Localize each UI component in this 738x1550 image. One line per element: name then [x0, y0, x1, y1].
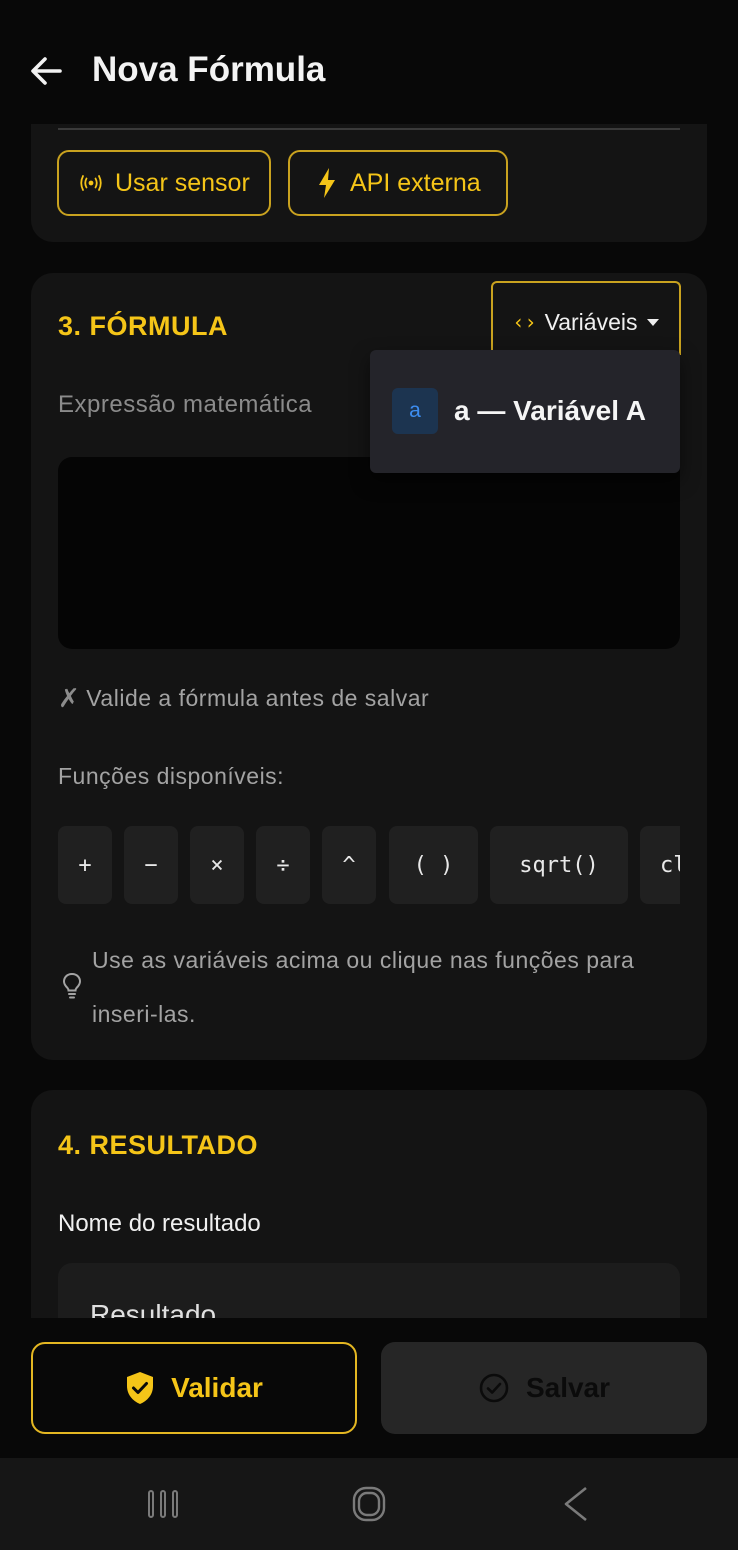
arrow-left-icon [31, 57, 62, 85]
system-navigation-bar [0, 1458, 738, 1550]
variables-dropdown-menu: a a — Variável A [370, 350, 680, 473]
validate-button[interactable]: Validar [31, 1342, 357, 1434]
variable-option-label: a — Variável A [454, 395, 646, 426]
hint-text: Use as variáveis acima ou clique nas fun… [92, 947, 635, 1027]
function-chip-sqrt[interactable]: sqrt() [490, 826, 628, 904]
sensor-broadcast-icon [79, 174, 103, 192]
save-button[interactable]: Salvar [381, 1342, 707, 1434]
use-sensor-label: Usar sensor [115, 168, 250, 197]
function-chip-minus[interactable]: − [124, 826, 178, 904]
cross-icon: ✗ [58, 683, 81, 713]
result-section-title: 4. RESULTADO [58, 1130, 259, 1160]
validation-status: ✗ Valide a fórmula antes de salvar [58, 683, 429, 714]
result-name-label: Nome do resultado [58, 1210, 261, 1237]
home-icon[interactable] [351, 1485, 387, 1528]
formula-section-title: 3. FÓRMULA [58, 311, 228, 341]
result-name-input[interactable]: Resultado [58, 1263, 680, 1318]
variable-badge: a [392, 388, 438, 434]
variables-button-label: Variáveis [544, 308, 638, 335]
divider [58, 128, 680, 130]
function-chip-power[interactable]: ^ [322, 826, 376, 904]
variable-option-a[interactable]: a a — Variável A [392, 388, 646, 434]
expression-input[interactable] [58, 457, 680, 649]
functions-label: Funções disponíveis: [58, 763, 285, 789]
function-chip-multiply[interactable]: × [190, 826, 244, 904]
app-header: Nova Fórmula [0, 0, 738, 124]
shield-check-icon [125, 1371, 155, 1405]
app-screen: Nova Fórmula Usar sensor API externa 3. … [0, 0, 738, 1550]
validate-label: Validar [171, 1372, 263, 1403]
save-label: Salvar [525, 1372, 611, 1403]
variables-dropdown-button[interactable]: ‹› Variáveis [491, 281, 681, 355]
lightbulb-icon [62, 972, 82, 999]
form-scroll-area[interactable]: Usar sensor API externa 3. FÓRMULA ‹› Va… [0, 124, 738, 1318]
result-card: 4. RESULTADO Nome do resultado Resultado [31, 1090, 707, 1318]
page-title: Nova Fórmula [92, 50, 326, 89]
external-api-label: API externa [350, 168, 481, 197]
action-bar: Validar Salvar [0, 1318, 738, 1458]
function-chip-divide[interactable]: ÷ [256, 826, 310, 904]
lightning-bolt-icon [316, 167, 338, 199]
code-brackets-icon: ‹› [512, 310, 537, 334]
use-sensor-button[interactable]: Usar sensor [57, 150, 271, 216]
system-back-icon[interactable] [560, 1486, 592, 1527]
caret-down-icon [647, 318, 660, 326]
expression-label: Expressão matemática [58, 391, 313, 418]
data-source-card: Usar sensor API externa [31, 124, 707, 242]
function-chip-truncated[interactable]: cl [640, 826, 680, 904]
validation-message: Valide a fórmula antes de salvar [86, 685, 430, 711]
external-api-button[interactable]: API externa [288, 150, 508, 216]
back-button[interactable] [26, 50, 68, 92]
check-circle-icon [478, 1372, 510, 1404]
functions-list[interactable]: + − × ÷ ^ ( ) sqrt() cl [58, 826, 680, 904]
result-name-value: Resultado [90, 1299, 217, 1318]
function-chip-parentheses[interactable]: ( ) [389, 826, 478, 904]
recent-apps-icon[interactable] [146, 1488, 180, 1525]
function-chip-plus[interactable]: + [58, 826, 112, 904]
